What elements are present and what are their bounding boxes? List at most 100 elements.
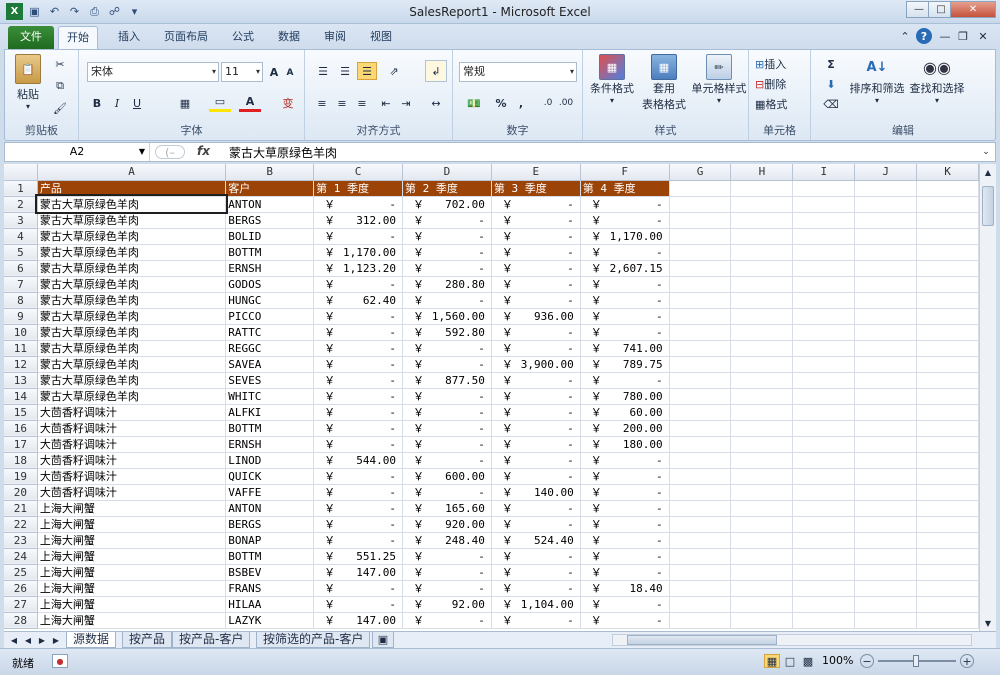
empty-cell[interactable]: [854, 500, 918, 517]
quarter-cell[interactable]: ￥ -: [313, 436, 403, 453]
empty-cell[interactable]: [854, 580, 918, 597]
format-as-table-button[interactable]: ▦ 套用 表格格式: [639, 54, 689, 112]
empty-cell[interactable]: [916, 228, 979, 245]
empty-cell[interactable]: [669, 196, 732, 213]
quarter-cell[interactable]: ￥ -: [402, 404, 492, 421]
empty-cell[interactable]: [730, 564, 794, 581]
horizontal-scrollbar[interactable]: [612, 634, 972, 646]
quarter-cell[interactable]: ￥ 62.40: [313, 292, 403, 309]
quarter-cell[interactable]: ￥ -: [491, 612, 581, 629]
align-middle-icon[interactable]: ☰: [335, 62, 355, 80]
row-header[interactable]: 6: [4, 260, 38, 277]
quarter-cell[interactable]: ￥ -: [402, 452, 492, 469]
empty-cell[interactable]: [669, 180, 732, 197]
quarter-cell[interactable]: ￥ -: [402, 548, 492, 565]
quarter-cell[interactable]: ￥ -: [313, 580, 403, 597]
quarter-cell[interactable]: ￥ 200.00: [580, 420, 670, 437]
header-cell[interactable]: 第 3 季度: [491, 180, 581, 197]
empty-cell[interactable]: [792, 228, 856, 245]
quarter-cell[interactable]: ￥ -: [580, 532, 670, 549]
empty-cell[interactable]: [730, 596, 794, 613]
prev-sheet-icon[interactable]: ◀: [22, 633, 34, 647]
quarter-cell[interactable]: ￥ -: [491, 244, 581, 261]
product-cell[interactable]: 上海大闸蟹: [37, 548, 227, 565]
empty-cell[interactable]: [916, 372, 979, 389]
empty-cell[interactable]: [730, 436, 794, 453]
empty-cell[interactable]: [792, 500, 856, 517]
quarter-cell[interactable]: ￥ -: [491, 292, 581, 309]
empty-cell[interactable]: [854, 260, 918, 277]
quarter-cell[interactable]: ￥ -: [491, 276, 581, 293]
customer-cell[interactable]: LAZYK: [225, 612, 315, 629]
quarter-cell[interactable]: ￥ 877.50: [402, 372, 492, 389]
quarter-cell[interactable]: ￥ -: [313, 404, 403, 421]
quarter-cell[interactable]: ￥ -: [580, 596, 670, 613]
empty-cell[interactable]: [730, 612, 794, 629]
row-header[interactable]: 14: [4, 388, 38, 405]
empty-cell[interactable]: [916, 452, 979, 469]
customer-cell[interactable]: VAFFE: [225, 484, 315, 501]
workbook-minimize-icon[interactable]: —: [938, 29, 952, 43]
column-header[interactable]: D: [402, 164, 492, 181]
customer-cell[interactable]: FRANS: [225, 580, 315, 597]
zoom-level[interactable]: 100%: [822, 654, 853, 667]
product-cell[interactable]: 上海大闸蟹: [37, 580, 227, 597]
quarter-cell[interactable]: ￥ -: [580, 324, 670, 341]
empty-cell[interactable]: [916, 180, 979, 197]
empty-cell[interactable]: [916, 468, 979, 485]
quarter-cell[interactable]: ￥ -: [313, 196, 403, 213]
empty-cell[interactable]: [792, 340, 856, 357]
quarter-cell[interactable]: ￥ -: [313, 388, 403, 405]
quarter-cell[interactable]: ￥ -: [580, 516, 670, 533]
empty-cell[interactable]: [854, 452, 918, 469]
quarter-cell[interactable]: ￥ 140.00: [491, 484, 581, 501]
empty-cell[interactable]: [730, 452, 794, 469]
customer-cell[interactable]: HILAA: [225, 596, 315, 613]
quarter-cell[interactable]: ￥ -: [313, 356, 403, 373]
empty-cell[interactable]: [916, 276, 979, 293]
quarter-cell[interactable]: ￥ 524.40: [491, 532, 581, 549]
empty-cell[interactable]: [916, 260, 979, 277]
empty-cell[interactable]: [730, 244, 794, 261]
empty-cell[interactable]: [730, 516, 794, 533]
quarter-cell[interactable]: ￥ -: [402, 292, 492, 309]
empty-cell[interactable]: [792, 468, 856, 485]
empty-cell[interactable]: [916, 436, 979, 453]
quarter-cell[interactable]: ￥ -: [402, 564, 492, 581]
customer-cell[interactable]: WHITC: [225, 388, 315, 405]
align-bottom-icon[interactable]: ☰: [357, 62, 377, 80]
quarter-cell[interactable]: ￥ -: [491, 516, 581, 533]
quarter-cell[interactable]: ￥ -: [402, 244, 492, 261]
decrease-indent-icon[interactable]: ⇤: [377, 94, 395, 112]
quarter-cell[interactable]: ￥ -: [402, 388, 492, 405]
quarter-cell[interactable]: ￥ -: [580, 484, 670, 501]
vertical-scroll-thumb[interactable]: [982, 186, 994, 226]
quarter-cell[interactable]: ￥ -: [491, 196, 581, 213]
empty-cell[interactable]: [916, 564, 979, 581]
quarter-cell[interactable]: ￥ -: [580, 564, 670, 581]
customer-cell[interactable]: PICCO: [225, 308, 315, 325]
empty-cell[interactable]: [669, 212, 732, 229]
insert-function-button[interactable]: fx: [197, 144, 210, 158]
scroll-up-icon[interactable]: ▲: [981, 165, 995, 179]
empty-cell[interactable]: [669, 228, 732, 245]
paste-button[interactable]: 📋 粘贴 ▾: [11, 54, 45, 111]
empty-cell[interactable]: [792, 548, 856, 565]
empty-cell[interactable]: [854, 532, 918, 549]
row-header[interactable]: 13: [4, 372, 38, 389]
row-header[interactable]: 18: [4, 452, 38, 469]
accounting-format-icon[interactable]: 💵: [461, 94, 487, 112]
row-header[interactable]: 4: [4, 228, 38, 245]
row-header[interactable]: 21: [4, 500, 38, 517]
empty-cell[interactable]: [854, 484, 918, 501]
quarter-cell[interactable]: ￥ -: [580, 212, 670, 229]
customer-cell[interactable]: ALFKI: [225, 404, 315, 421]
empty-cell[interactable]: [854, 564, 918, 581]
customer-cell[interactable]: BOTTM: [225, 420, 315, 437]
empty-cell[interactable]: [854, 420, 918, 437]
row-header[interactable]: 12: [4, 356, 38, 373]
product-cell[interactable]: 蒙古大草原绿色羊肉: [37, 372, 227, 389]
wrap-text-icon[interactable]: ↲: [425, 60, 447, 82]
row-header[interactable]: 17: [4, 436, 38, 453]
quarter-cell[interactable]: ￥ -: [491, 548, 581, 565]
